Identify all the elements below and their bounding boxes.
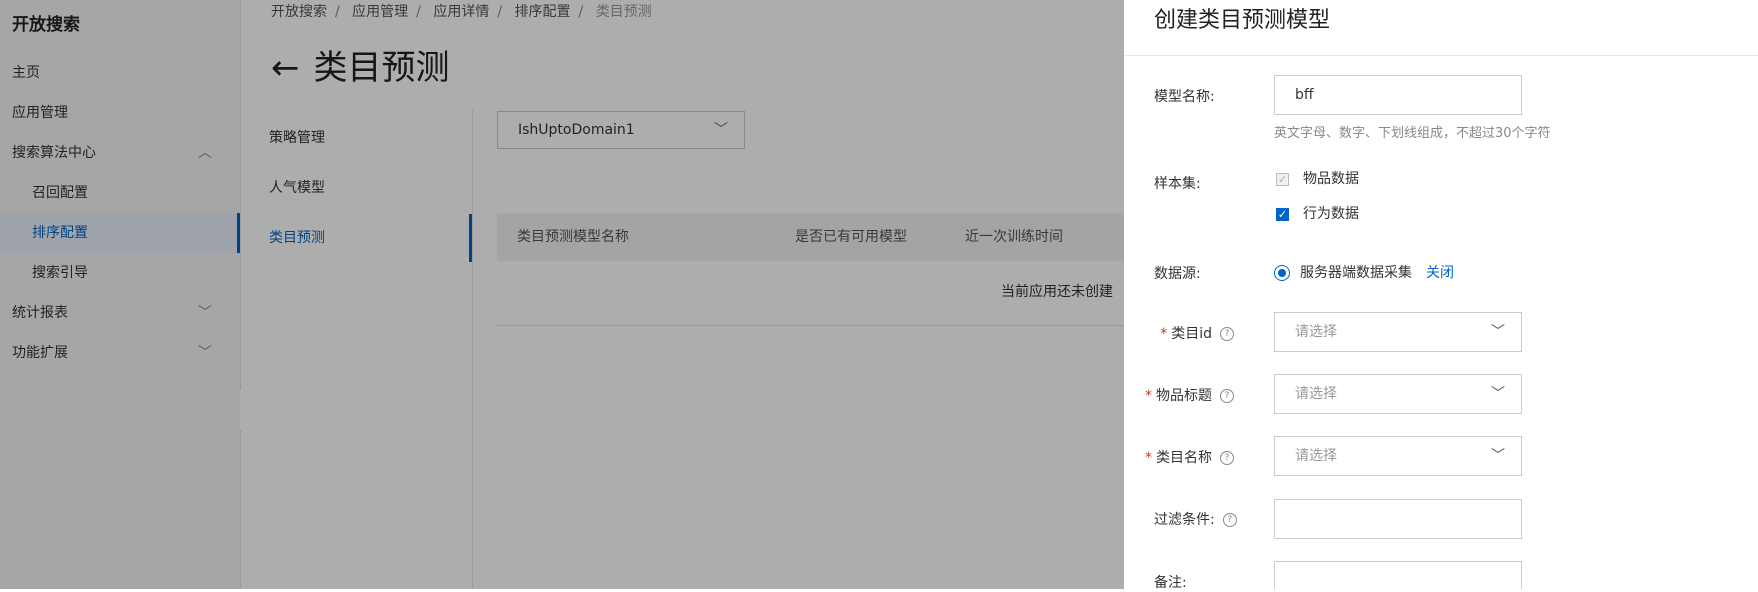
create-model-drawer: 创建类目预测模型 模型名称: bff 英文字母、数字、下划线组成，不超过30个字… (1124, 0, 1758, 591)
radio-selected-icon (1274, 265, 1290, 281)
required-mark: * (1160, 326, 1168, 342)
category-name-select[interactable]: 请选择 ﹀ (1274, 436, 1522, 476)
radio-label: 服务器端数据采集 (1300, 265, 1412, 281)
category-id-select[interactable]: 请选择 ﹀ (1274, 312, 1522, 352)
required-mark: * (1145, 450, 1152, 466)
checkbox-label: 物品数据 (1303, 171, 1359, 187)
sample-item-data-checkbox: ✓ 物品数据 (1274, 169, 1359, 189)
checkbox-checked-icon: ✓ (1276, 207, 1289, 221)
field-label: 类目id (1171, 326, 1212, 342)
filter-label: 过滤条件:? (1154, 509, 1237, 529)
remark-label: 备注: (1154, 575, 1187, 591)
divider (1124, 55, 1758, 56)
item-title-select[interactable]: 请选择 ﹀ (1274, 374, 1522, 414)
data-source-close-link[interactable]: 关闭 (1426, 265, 1454, 281)
field-label: 类目名称 (1156, 450, 1212, 466)
model-name-hint: 英文字母、数字、下划线组成，不超过30个字符 (1274, 126, 1551, 141)
filter-input[interactable] (1274, 499, 1522, 539)
select-placeholder: 请选择 (1295, 386, 1337, 402)
select-placeholder: 请选择 (1295, 448, 1337, 464)
checkbox-label: 行为数据 (1303, 206, 1359, 222)
chevron-down-icon: ﹀ (1491, 448, 1505, 464)
model-name-value: bff (1295, 87, 1314, 103)
checkbox-checked-disabled-icon: ✓ (1276, 172, 1289, 186)
item-title-label: * 物品标题? (1145, 385, 1234, 405)
field-label: 物品标题 (1156, 388, 1212, 404)
model-name-input[interactable]: bff (1274, 75, 1522, 115)
select-placeholder: 请选择 (1295, 324, 1337, 340)
remark-input[interactable] (1274, 561, 1522, 589)
drawer-title: 创建类目预测模型 (1154, 8, 1331, 33)
chevron-down-icon: ﹀ (1491, 324, 1505, 340)
question-circle-icon[interactable]: ? (1222, 513, 1237, 527)
question-circle-icon[interactable]: ? (1220, 389, 1234, 403)
data-source-label: 数据源: (1154, 266, 1201, 282)
sample-behavior-data-checkbox[interactable]: ✓ 行为数据 (1274, 204, 1359, 224)
category-id-label: * 类目id? (1160, 323, 1234, 343)
chevron-down-icon: ﹀ (1491, 386, 1505, 402)
modal-overlay[interactable] (0, 0, 1124, 589)
question-circle-icon[interactable]: ? (1220, 327, 1234, 341)
category-name-label: * 类目名称? (1145, 447, 1234, 467)
sample-set-label: 样本集: (1154, 176, 1201, 192)
data-source-radio[interactable]: 服务器端数据采集 关闭 (1274, 262, 1454, 284)
question-circle-icon[interactable]: ? (1220, 451, 1234, 465)
model-name-label: 模型名称: (1154, 89, 1215, 105)
required-mark: * (1145, 388, 1152, 404)
field-label: 过滤条件: (1154, 512, 1215, 528)
